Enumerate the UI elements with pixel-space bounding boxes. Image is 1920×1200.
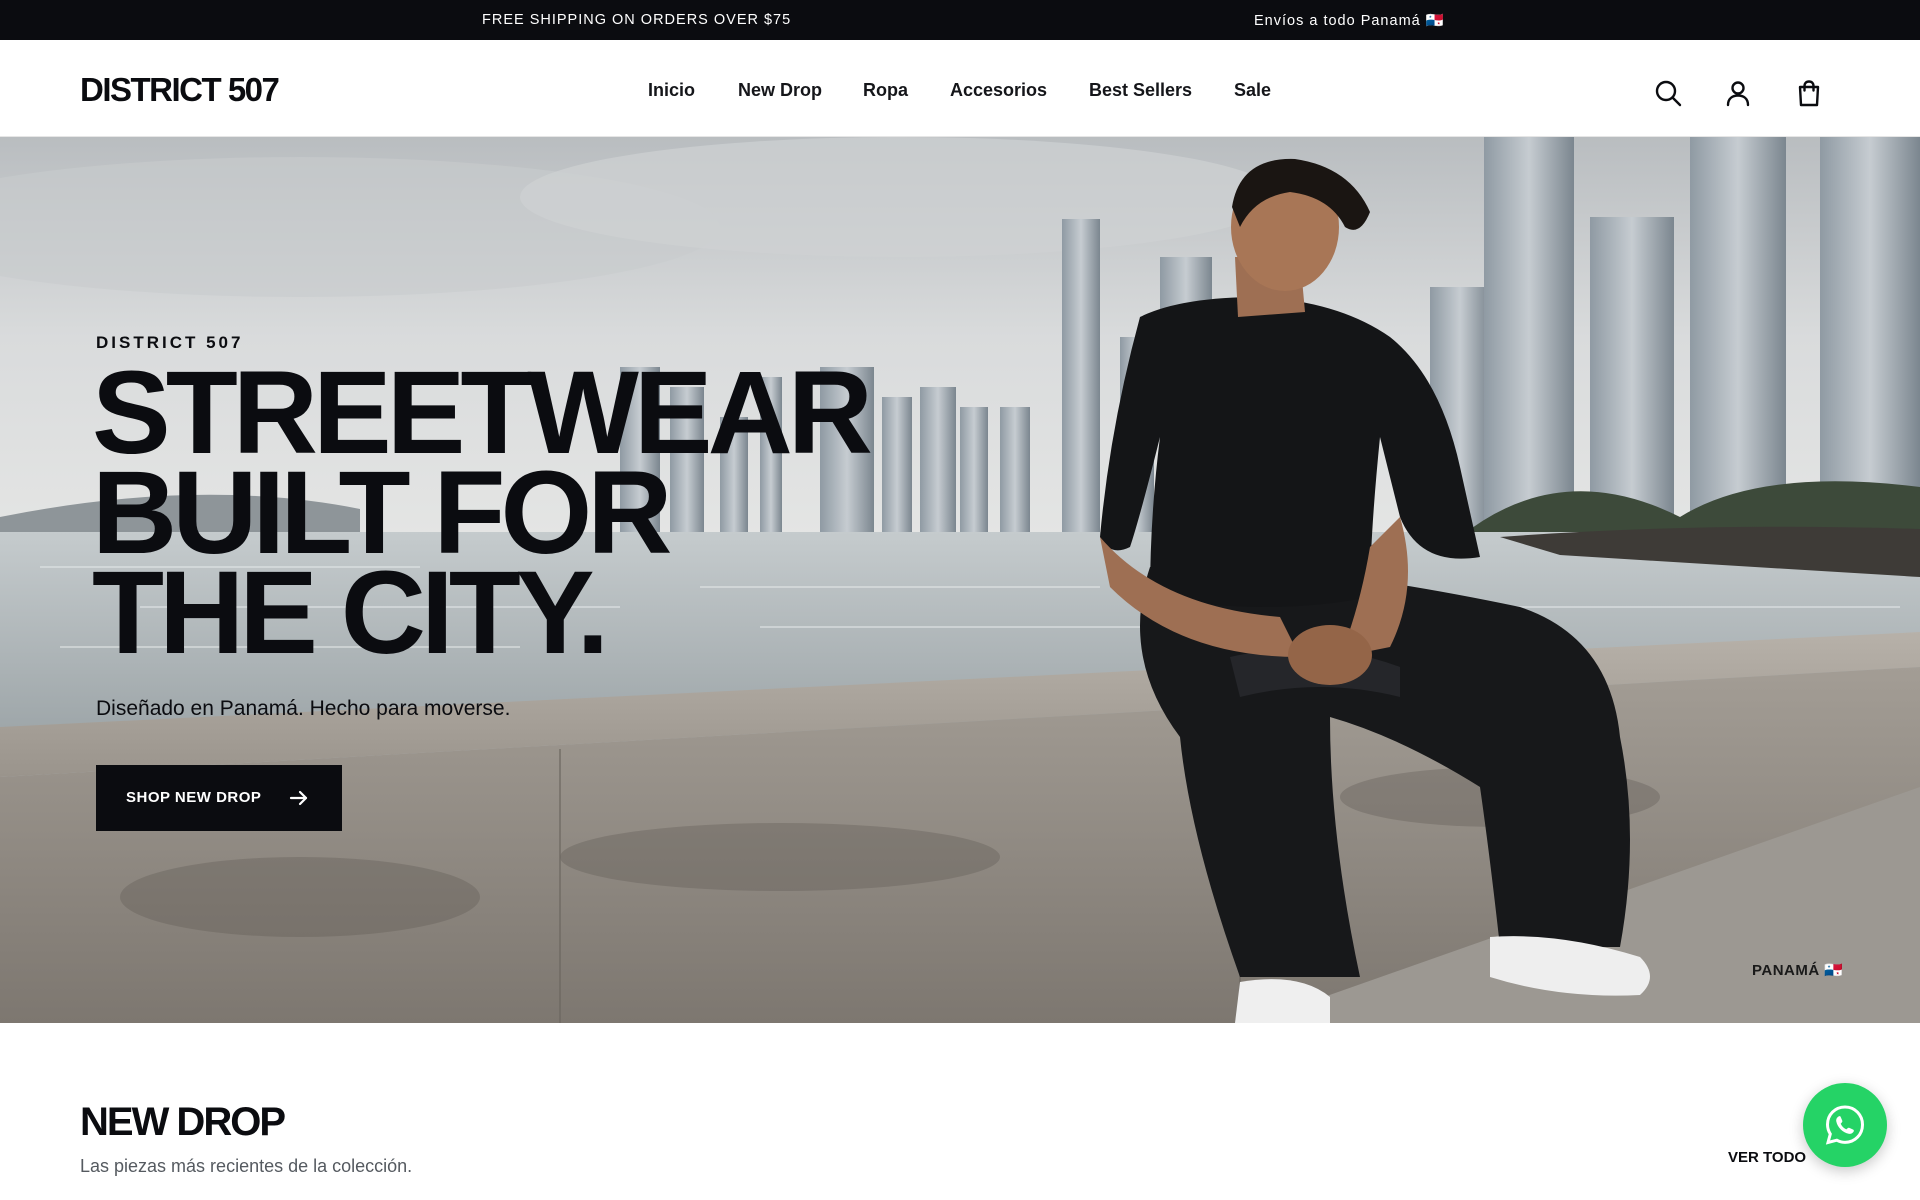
nav-item-new-drop[interactable]: New Drop <box>738 80 822 101</box>
new-drop-title: NEW DROP <box>80 1100 286 1144</box>
site-logo[interactable]: DISTRICT 507 <box>80 71 280 109</box>
nav-item-inicio[interactable]: Inicio <box>648 80 695 101</box>
shop-new-drop-button[interactable]: SHOP NEW DROP <box>96 765 342 831</box>
location-tag: PANAMÁ 🇵🇦 <box>1752 962 1844 979</box>
panama-shipping-announcement: Envíos a todo Panamá 🇵🇦 <box>1254 13 1445 29</box>
hero-headline-line-3: THE CITY. <box>92 547 609 679</box>
nav-item-ropa[interactable]: Ropa <box>863 80 908 101</box>
nav-item-sale[interactable]: Sale <box>1234 80 1271 101</box>
hero-subheadline: Diseñado en Panamá. Hecho para moverse. <box>96 697 511 720</box>
shipping-announcement: FREE SHIPPING ON ORDERS OVER $75 <box>482 12 792 28</box>
cart-icon[interactable] <box>1794 78 1824 108</box>
nav-item-best-sellers[interactable]: Best Sellers <box>1089 80 1192 101</box>
hero-headline: STREETWEAR BUILT FOR THE CITY. <box>92 354 992 679</box>
nav-item-accesorios[interactable]: Accesorios <box>950 80 1047 101</box>
hero-banner: DISTRICT 507 STREETWEAR BUILT FOR THE CI… <box>0 137 1920 1023</box>
new-drop-subtitle: Las piezas más recientes de la colección… <box>80 1156 413 1176</box>
whatsapp-icon <box>1825 1105 1865 1145</box>
whatsapp-chat-button[interactable] <box>1803 1083 1887 1167</box>
shop-new-drop-label: SHOP NEW DROP <box>126 789 262 806</box>
account-icon[interactable] <box>1723 78 1753 108</box>
site-header: DISTRICT 507 Inicio New Drop Ropa Acceso… <box>0 40 1920 145</box>
see-all-label: VER TODO <box>1728 1149 1807 1166</box>
announcement-bar: FREE SHIPPING ON ORDERS OVER $75 Envíos … <box>0 0 1920 40</box>
search-icon[interactable] <box>1653 78 1683 108</box>
arrow-right-icon <box>288 787 310 809</box>
